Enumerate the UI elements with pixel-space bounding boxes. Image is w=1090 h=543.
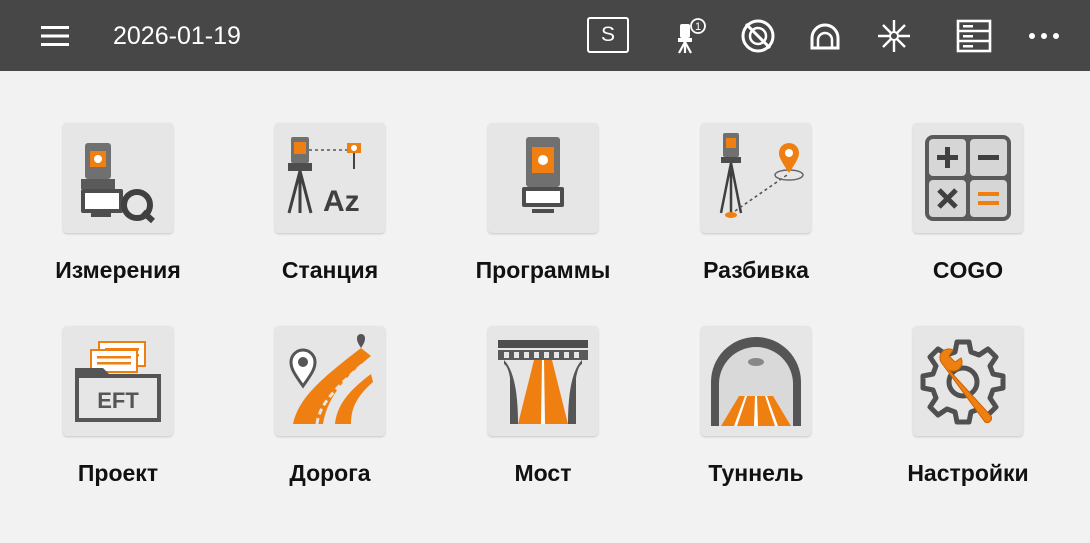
tile-bridge[interactable]: Мост [437, 274, 649, 486]
project-icon: EFT [63, 326, 173, 436]
s-mode-button[interactable]: S [587, 17, 629, 53]
storage-icon[interactable] [953, 16, 995, 56]
stakeout-icon [701, 123, 811, 233]
top-bar: 2026-01-19 S 1 [0, 0, 1090, 71]
tile-programs[interactable]: Программы [437, 71, 649, 283]
svg-text:Az: Az [323, 185, 360, 218]
tile-tunnel[interactable]: Туннель [650, 274, 862, 486]
tile-label: Настройки [907, 460, 1029, 486]
date-label: 2026-01-19 [113, 22, 241, 50]
settings-icon [913, 326, 1023, 436]
station-icon: Az [275, 123, 385, 233]
more-icon[interactable] [1023, 16, 1065, 56]
tile-stakeout[interactable]: Разбивка [650, 71, 862, 283]
tile-cogo[interactable]: COGO [862, 71, 1074, 283]
superscript-label: 1 [695, 21, 701, 33]
tile-label: Мост [514, 460, 572, 486]
menu-icon[interactable] [38, 22, 72, 50]
tile-settings[interactable]: Настройки [862, 274, 1074, 486]
bridge-icon [488, 326, 598, 436]
prism-icon[interactable] [804, 16, 846, 56]
tile-project[interactable]: EFT Проект [12, 274, 224, 486]
road-icon [275, 326, 385, 436]
laser-pointer-icon[interactable]: 1 [670, 16, 712, 56]
laser-plummet-icon[interactable] [873, 16, 915, 56]
tile-label: Туннель [708, 460, 804, 486]
tile-label: Дорога [289, 460, 371, 486]
compensator-off-icon[interactable] [737, 16, 779, 56]
tunnel-icon [701, 326, 811, 436]
tile-road[interactable]: Дорога [224, 274, 436, 486]
cogo-icon [913, 123, 1023, 233]
tile-label: Проект [77, 460, 159, 486]
app-grid: Измерения Az Станция Программы Разбивка … [0, 71, 1090, 543]
measure-icon [63, 123, 173, 233]
tile-station[interactable]: Az Станция [224, 71, 436, 283]
svg-text:EFT: EFT [97, 388, 139, 413]
programs-icon [488, 123, 598, 233]
tile-measure[interactable]: Измерения [12, 71, 224, 283]
